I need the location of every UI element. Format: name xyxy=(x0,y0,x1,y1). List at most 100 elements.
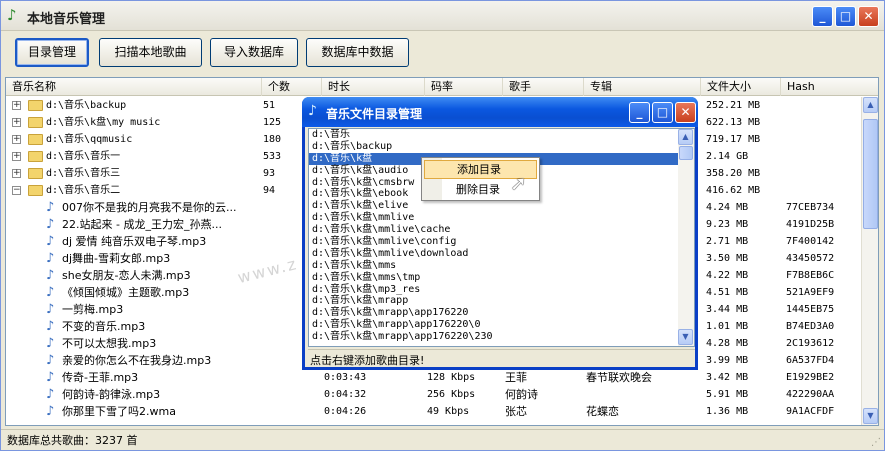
folder-icon xyxy=(28,134,43,145)
row-name: 传奇-王菲.mp3 xyxy=(62,371,139,384)
music-file-icon: ♪ xyxy=(46,370,55,385)
resize-grip-icon[interactable]: ⋰ xyxy=(871,437,881,448)
expand-icon[interactable]: + xyxy=(12,169,21,178)
row-hash: 43450572 xyxy=(786,253,835,264)
row-name: 22.站起来 - 成龙_王力宏_孙燕... xyxy=(62,218,222,231)
row-size: 4.24 MB xyxy=(706,202,749,213)
title-bar: ♪ 本地音乐管理 _ □ ✕ xyxy=(1,1,884,31)
row-size: 3.42 MB xyxy=(706,372,749,383)
expand-icon[interactable]: + xyxy=(12,135,21,144)
row-count: 180 xyxy=(263,134,282,145)
directory-item[interactable]: d:\音乐\k盘\mrapp\app176220\230 xyxy=(309,331,694,343)
maximize-button[interactable]: □ xyxy=(835,6,856,27)
expand-icon[interactable]: + xyxy=(12,152,21,161)
scroll-thumb[interactable] xyxy=(863,119,878,229)
import-database-button[interactable]: 导入数据库 xyxy=(210,38,298,67)
folder-icon xyxy=(28,168,43,179)
music-file-icon: ♪ xyxy=(46,285,55,300)
directory-item[interactable]: d:\音乐\k盘\mrapp xyxy=(309,295,694,307)
expand-icon[interactable]: + xyxy=(12,118,21,127)
table-row[interactable]: ♪ 传奇-王菲.mp3 0:03:43 128 Kbps 王菲 春节联欢晚会 3.42 MB… xyxy=(6,369,862,386)
row-name: d:\音乐\音乐一 xyxy=(46,151,121,162)
music-file-icon: ♪ xyxy=(46,268,55,283)
row-hash: 6A537FD4 xyxy=(786,355,835,366)
music-file-icon: ♪ xyxy=(46,302,55,317)
row-name: 一剪梅.mp3 xyxy=(62,303,124,316)
row-name: d:\音乐\backup xyxy=(46,100,127,111)
folder-icon xyxy=(28,117,43,128)
row-bitrate: 49 Kbps xyxy=(427,406,470,417)
row-name: 不可以太想我.mp3 xyxy=(62,337,157,350)
directory-item[interactable]: d:\音乐\k盘\mp3_res xyxy=(309,284,694,296)
table-row[interactable]: ♪ 何韵诗-韵律泳.mp3 0:04:32 256 Kbps 何韵诗 5.91 MB 422… xyxy=(6,386,862,403)
dialog-scrollbar[interactable]: ▲ ▼ xyxy=(678,129,694,346)
folder-icon xyxy=(28,185,43,196)
row-name: d:\音乐\音乐三 xyxy=(46,168,121,179)
col-header-size[interactable]: 文件大小 xyxy=(701,78,781,96)
directory-item[interactable]: d:\音乐\k盘\mmlive\cache xyxy=(309,224,694,236)
scroll-down-icon[interactable]: ▼ xyxy=(863,408,878,424)
dialog-scroll-thumb[interactable] xyxy=(679,146,693,160)
directory-item[interactable]: d:\音乐\k盘\mmlive\download xyxy=(309,248,694,260)
music-file-icon: ♪ xyxy=(46,353,55,368)
music-file-icon: ♪ xyxy=(46,200,55,215)
status-bar: 数据库总共歌曲：3237 首 ⋰ xyxy=(1,429,884,450)
dialog-maximize-button[interactable]: □ xyxy=(652,102,673,123)
collapse-icon[interactable]: − xyxy=(12,186,21,195)
row-hash: 9A1ACFDF xyxy=(786,406,835,417)
database-data-button[interactable]: 数据库中数据 xyxy=(306,38,409,67)
col-header-duration[interactable]: 时长 xyxy=(322,78,425,96)
directory-item[interactable]: d:\音乐\k盘\mms\tmp xyxy=(309,272,694,284)
row-size: 252.21 MB xyxy=(706,100,761,111)
col-header-name[interactable]: 音乐名称 xyxy=(6,78,262,96)
dialog-close-button[interactable]: ✕ xyxy=(675,102,696,123)
row-hash: 2C193612 xyxy=(786,338,835,349)
row-name: dj 爱情 纯音乐双电子琴.mp3 xyxy=(62,235,207,248)
row-name: 何韵诗-韵律泳.mp3 xyxy=(62,388,161,401)
scroll-up-icon[interactable]: ▲ xyxy=(863,97,878,113)
row-size: 3.44 MB xyxy=(706,304,749,315)
expand-icon[interactable]: + xyxy=(12,101,21,110)
directory-item[interactable]: d:\音乐\k盘\mmlive\config xyxy=(309,236,694,248)
row-hash: B74ED3A0 xyxy=(786,321,835,332)
col-header-album[interactable]: 专辑 xyxy=(584,78,701,96)
table-row[interactable]: ♪ 你那里下雪了吗2.wma 0:04:26 49 Kbps 张芯 花蝶恋 1.36 MB 9… xyxy=(6,403,862,420)
row-name: 007你不是我的月亮我不是你的云... xyxy=(62,201,237,214)
list-header: 音乐名称 个数 时长 码率 歌手 专辑 文件大小 Hash xyxy=(6,78,878,96)
directory-manage-button[interactable]: 目录管理 xyxy=(15,38,89,67)
col-header-hash[interactable]: Hash xyxy=(781,78,878,96)
directory-item[interactable]: d:\音乐\backup xyxy=(309,141,694,153)
directory-item[interactable]: d:\音乐\k盘\mrapp\app176220 xyxy=(309,307,694,319)
col-header-bitrate[interactable]: 码率 xyxy=(425,78,503,96)
row-size: 2.14 GB xyxy=(706,151,749,162)
col-header-count[interactable]: 个数 xyxy=(262,78,322,96)
directory-item[interactable]: d:\音乐\k盘\mms xyxy=(309,260,694,272)
minimize-button[interactable]: _ xyxy=(812,6,833,27)
row-name: d:\音乐\音乐二 xyxy=(46,185,121,196)
toolbar: 目录管理 扫描本地歌曲 导入数据库 数据库中数据 xyxy=(1,32,884,74)
list-scrollbar[interactable]: ▲ ▼ xyxy=(861,97,878,425)
row-hash: E1929BE2 xyxy=(786,372,835,383)
dialog-scroll-up-icon[interactable]: ▲ xyxy=(678,129,693,145)
col-header-artist[interactable]: 歌手 xyxy=(503,78,584,96)
directory-item[interactable]: d:\音乐\k盘\elive xyxy=(309,200,694,212)
row-name: 《倾国倾城》主题歌.mp3 xyxy=(62,286,190,299)
directory-dialog: ♪ 音乐文件目录管理 _ □ ✕ d:\音乐 d:\音乐\backup d:\音乐\… xyxy=(302,97,698,370)
row-bitrate: 128 Kbps xyxy=(427,372,476,383)
row-size: 1.36 MB xyxy=(706,406,749,417)
dialog-status-bar: 点击右键添加歌曲目录! xyxy=(308,349,695,367)
scan-local-songs-button[interactable]: 扫描本地歌曲 xyxy=(99,38,202,67)
directory-item[interactable]: d:\音乐 xyxy=(309,129,694,141)
row-size: 4.28 MB xyxy=(706,338,749,349)
row-size: 4.22 MB xyxy=(706,270,749,281)
dialog-scroll-down-icon[interactable]: ▼ xyxy=(678,329,693,345)
directory-item[interactable]: d:\音乐\k盘\mmlive xyxy=(309,212,694,224)
dialog-minimize-button[interactable]: _ xyxy=(629,102,650,123)
row-bitrate: 256 Kbps xyxy=(427,389,476,400)
mouse-cursor-icon: ➚ xyxy=(510,171,527,195)
close-button[interactable]: ✕ xyxy=(858,6,879,27)
directory-item[interactable]: d:\音乐\k盘\mrapp\app176220\0 xyxy=(309,319,694,331)
status-text: 数据库总共歌曲：3237 首 xyxy=(7,434,138,447)
folder-icon xyxy=(28,100,43,111)
row-count: 533 xyxy=(263,151,282,162)
